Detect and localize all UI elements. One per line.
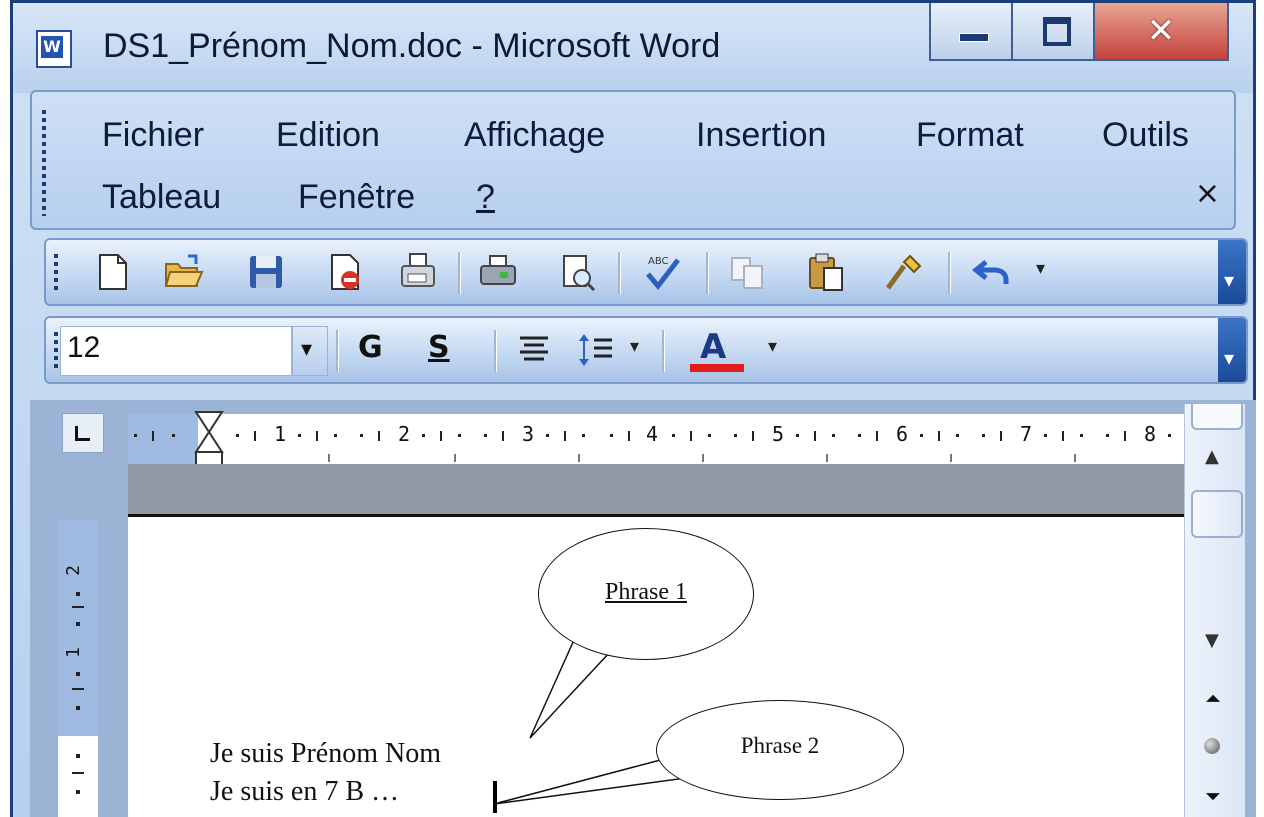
- scroll-down-arrow-icon[interactable]: ▼: [1205, 630, 1219, 651]
- line-spacing-icon[interactable]: [576, 330, 616, 370]
- page-gap: [128, 464, 1184, 514]
- toolbar-grip[interactable]: [54, 254, 58, 294]
- menu-edition[interactable]: Edition: [276, 116, 380, 155]
- horizontal-ruler[interactable]: 1 2 3 4 5 6 7 8: [128, 414, 1184, 464]
- vertical-ruler-number: 2: [62, 565, 84, 576]
- minimize-button[interactable]: [929, 3, 1013, 61]
- scroll-thumb[interactable]: [1191, 490, 1243, 538]
- menu-insertion[interactable]: Insertion: [696, 116, 826, 155]
- line-spacing-dropdown-icon[interactable]: ▾: [630, 336, 639, 357]
- scroll-up-arrow-icon[interactable]: ▲: [1205, 446, 1219, 467]
- permission-icon[interactable]: [324, 252, 364, 292]
- document-line-1: Je suis Prénom Nom: [210, 738, 441, 769]
- maximize-button[interactable]: [1011, 3, 1095, 61]
- document-line-2: Je suis en 7 B …: [210, 776, 399, 807]
- new-document-icon[interactable]: [92, 252, 132, 292]
- print-preview-email-icon[interactable]: [398, 252, 438, 292]
- vertical-ruler[interactable]: 2 1: [58, 520, 98, 817]
- svg-text:A: A: [700, 327, 727, 367]
- svg-text:ABC: ABC: [648, 256, 669, 267]
- undo-icon[interactable]: [972, 252, 1012, 292]
- center-align-icon[interactable]: [514, 330, 554, 370]
- font-color-dropdown-icon[interactable]: ▾: [768, 336, 777, 357]
- menu-affichage[interactable]: Affichage: [464, 116, 605, 155]
- menu-tableau[interactable]: Tableau: [102, 178, 221, 217]
- menu-grip[interactable]: [42, 110, 46, 216]
- text-cursor: [493, 781, 497, 813]
- spelling-check-icon[interactable]: ABC: [642, 252, 682, 292]
- menu-help[interactable]: ?: [476, 178, 495, 217]
- print-preview-icon[interactable]: [558, 252, 598, 292]
- formatting-toolbar: 12 G S ▾ A ▾: [44, 316, 1248, 384]
- print-icon[interactable]: [478, 252, 518, 292]
- window-controls: [929, 3, 1229, 61]
- callout-phrase-2[interactable]: Phrase 2: [656, 700, 904, 800]
- vertical-ruler-tick: [76, 706, 80, 710]
- callout-phrase-2-text: Phrase 2: [740, 733, 820, 758]
- title-bar[interactable]: W DS1_Prénom_Nom.doc - Microsoft Word: [13, 3, 1253, 93]
- toolbar-options-button[interactable]: [1218, 318, 1246, 382]
- font-color-icon[interactable]: A: [686, 324, 748, 376]
- separator: [458, 252, 461, 294]
- vertical-ruler-tick: [76, 754, 80, 758]
- vertical-ruler-tick: [76, 790, 80, 794]
- ruler-ticks: [134, 431, 1171, 462]
- next-page-icon[interactable]: ⏷: [1205, 784, 1221, 808]
- word-app-icon[interactable]: W: [36, 30, 72, 68]
- vertical-ruler-tick: [76, 622, 80, 626]
- standard-toolbar: ABC ▾: [44, 238, 1248, 306]
- menu-outils[interactable]: Outils: [1102, 116, 1189, 155]
- menu-bar: Fichier Edition Affichage Insertion Form…: [30, 90, 1236, 230]
- vertical-ruler-text-area: [58, 736, 98, 817]
- background-right: [1256, 0, 1264, 817]
- vertical-ruler-tick: [72, 606, 84, 608]
- close-document-icon[interactable]: ×: [1195, 176, 1220, 211]
- separator: [662, 330, 665, 372]
- separator: [494, 330, 497, 372]
- menu-fenetre[interactable]: Fenêtre: [298, 178, 415, 217]
- close-button[interactable]: [1093, 3, 1229, 61]
- vertical-ruler-tick: [76, 672, 80, 676]
- font-size-field[interactable]: 12: [60, 326, 292, 376]
- separator: [618, 252, 621, 294]
- callout-phrase-1-text: Phrase 1: [605, 579, 687, 605]
- separator: [948, 252, 951, 294]
- screenshot-frame: W DS1_Prénom_Nom.doc - Microsoft Word Fi…: [0, 0, 1264, 817]
- menu-fichier[interactable]: Fichier: [102, 116, 204, 155]
- format-painter-icon[interactable]: [884, 252, 924, 292]
- font-size-dropdown-icon[interactable]: [292, 326, 328, 376]
- undo-dropdown-icon[interactable]: ▾: [1036, 258, 1045, 279]
- callout-phrase-1[interactable]: Phrase 1: [538, 528, 754, 660]
- vertical-ruler-margin: [58, 520, 98, 736]
- vertical-ruler-tick: [76, 592, 80, 596]
- separator: [706, 252, 709, 294]
- open-folder-icon[interactable]: [164, 252, 204, 292]
- bold-button[interactable]: G: [358, 330, 383, 365]
- underline-button[interactable]: S: [428, 330, 450, 365]
- toolbar-options-button[interactable]: [1218, 240, 1246, 304]
- background-left: [0, 0, 10, 817]
- toolbar-grip[interactable]: [54, 332, 58, 372]
- tab-selector-button[interactable]: [62, 413, 104, 453]
- vertical-ruler-tick: [72, 688, 84, 690]
- copy-icon[interactable]: [728, 252, 768, 292]
- vertical-ruler-tick: [72, 772, 84, 774]
- separator: [336, 330, 339, 372]
- paste-icon[interactable]: [806, 252, 846, 292]
- menu-format[interactable]: Format: [916, 116, 1024, 155]
- split-box[interactable]: [1191, 404, 1243, 430]
- previous-page-icon[interactable]: ⏶: [1205, 686, 1221, 710]
- select-browse-object-icon[interactable]: [1204, 738, 1220, 754]
- vertical-ruler-number: 1: [62, 647, 84, 658]
- window-title: DS1_Prénom_Nom.doc - Microsoft Word: [103, 27, 721, 65]
- vertical-scrollbar[interactable]: ▲ ▼ ⏶ ⏷: [1184, 404, 1245, 817]
- save-icon[interactable]: [246, 252, 286, 292]
